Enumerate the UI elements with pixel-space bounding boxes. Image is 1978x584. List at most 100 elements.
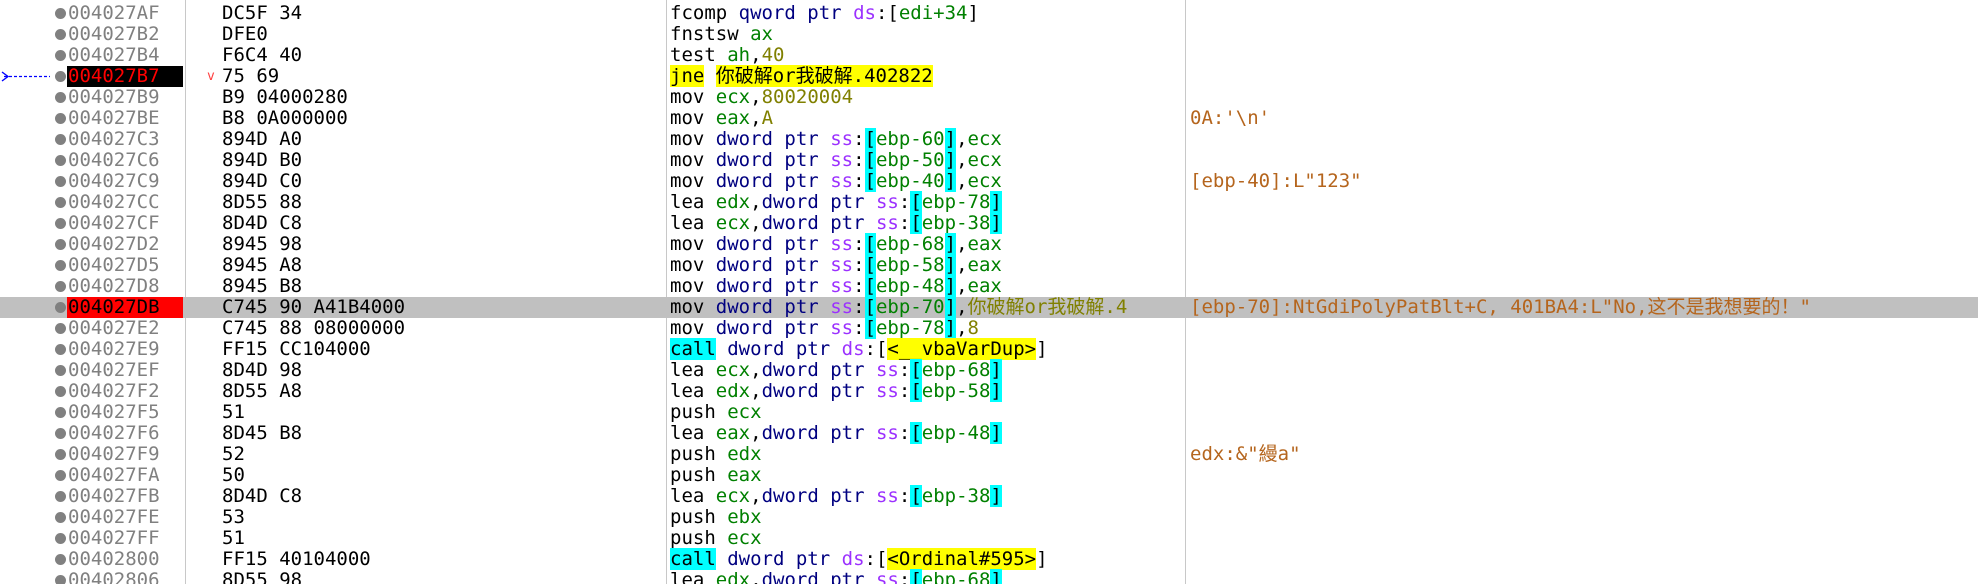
address-cell[interactable]: 004027B7 — [67, 66, 183, 87]
breakpoint-dot-icon[interactable] — [55, 50, 66, 61]
disasm-row[interactable]: 004027C3 894D A0 mov dword ptr ss:[ebp-60]… — [0, 128, 1978, 150]
disasm-row[interactable]: 004027D8 8945 B8 mov dword ptr ss:[ebp-48]… — [0, 275, 1978, 297]
address-cell[interactable]: 004027D2 — [67, 234, 183, 255]
address-cell[interactable]: 004027FA — [67, 465, 183, 486]
disasm-row[interactable]: 004027D5 8945 A8 mov dword ptr ss:[ebp-58]… — [0, 254, 1978, 276]
instruction[interactable]: mov dword ptr ss:[ebp-68],eax — [670, 233, 1002, 255]
breakpoint-dot-icon[interactable] — [55, 113, 66, 124]
instruction[interactable]: call dword ptr ds:[<Ordinal#595>] — [670, 548, 1048, 570]
breakpoint-dot-icon[interactable] — [55, 260, 66, 271]
instruction[interactable]: fcomp qword ptr ds:[edi+34] — [670, 3, 979, 24]
disasm-row[interactable]: 004027CF 8D4D C8 lea ecx,dword ptr ss:[ebp… — [0, 212, 1978, 234]
instruction[interactable]: test ah,40 — [670, 45, 784, 66]
disasm-row[interactable]: 004027FF 51 push ecx — [0, 528, 1978, 549]
breakpoint-dot-icon[interactable] — [55, 197, 66, 208]
instruction[interactable]: mov dword ptr ss:[ebp-50],ecx — [670, 149, 1002, 171]
breakpoint-dot-icon[interactable] — [55, 512, 66, 523]
address-cell[interactable]: 004027C3 — [67, 129, 183, 150]
breakpoint-dot-icon[interactable] — [55, 575, 66, 584]
instruction[interactable]: push eax — [670, 465, 762, 486]
address-cell[interactable]: 004027C6 — [67, 150, 183, 171]
breakpoint-dot-icon[interactable] — [55, 155, 66, 166]
disasm-row[interactable]: 004027DB C745 90 A41B4000 mov dword ptr ss… — [0, 296, 1978, 318]
address-cell[interactable]: 004027B4 — [67, 45, 183, 66]
breakpoint-dot-icon[interactable] — [55, 323, 66, 334]
breakpoint-dot-icon[interactable] — [55, 407, 66, 418]
instruction[interactable]: mov dword ptr ss:[ebp-60],ecx — [670, 128, 1002, 150]
breakpoint-dot-icon[interactable] — [55, 428, 66, 439]
instruction[interactable]: lea eax,dword ptr ss:[ebp-48] — [670, 422, 1002, 444]
breakpoint-dot-icon[interactable] — [55, 134, 66, 145]
breakpoint-dot-icon[interactable] — [55, 29, 66, 40]
breakpoint-dot-icon[interactable] — [55, 344, 66, 355]
breakpoint-dot-icon[interactable] — [55, 470, 66, 481]
address-cell[interactable]: 004027B9 — [67, 87, 183, 108]
disasm-row[interactable]: 004027F6 8D45 B8 lea eax,dword ptr ss:[ebp… — [0, 422, 1978, 444]
disasm-row[interactable]: 004027B9 B9 04000280 mov ecx,80020004 — [0, 87, 1978, 108]
instruction[interactable]: lea edx,dword ptr ss:[ebp-68] — [670, 569, 1002, 584]
disasm-row[interactable]: 004027F5 51 push ecx — [0, 402, 1978, 423]
disasm-row[interactable]: 004027B2 DFE0 fnstsw ax — [0, 24, 1978, 45]
address-cell[interactable]: 004027F2 — [67, 381, 183, 402]
instruction[interactable]: call dword ptr ds:[<__vbaVarDup>] — [670, 338, 1048, 360]
disasm-row[interactable]: 004027CC 8D55 88 lea edx,dword ptr ss:[ebp… — [0, 191, 1978, 213]
address-cell[interactable]: 004027F6 — [67, 423, 183, 444]
instruction[interactable]: lea edx,dword ptr ss:[ebp-78] — [670, 191, 1002, 213]
instruction[interactable]: fnstsw ax — [670, 24, 773, 45]
instruction[interactable]: jne 你破解or我破解.402822 — [670, 65, 933, 87]
disasm-row[interactable]: 004027E9 FF15 CC104000 call dword ptr ds:[… — [0, 338, 1978, 360]
instruction[interactable]: mov dword ptr ss:[ebp-48],eax — [670, 275, 1002, 297]
breakpoint-dot-icon[interactable] — [55, 302, 66, 313]
disasm-row[interactable]: 004027FA 50 push eax — [0, 465, 1978, 486]
instruction[interactable]: mov ecx,80020004 — [670, 87, 853, 108]
breakpoint-dot-icon[interactable] — [55, 218, 66, 229]
breakpoint-dot-icon[interactable] — [55, 281, 66, 292]
address-cell[interactable]: 004027F9 — [67, 444, 183, 465]
disasm-row[interactable]: 004027FB 8D4D C8 lea ecx,dword ptr ss:[ebp… — [0, 485, 1978, 507]
instruction[interactable]: lea ecx,dword ptr ss:[ebp-38] — [670, 485, 1002, 507]
breakpoint-dot-icon[interactable] — [55, 239, 66, 250]
disasm-row[interactable]: 004027E2 C745 88 08000000 mov dword ptr ss… — [0, 317, 1978, 339]
instruction[interactable]: mov dword ptr ss:[ebp-40],ecx — [670, 170, 1002, 192]
disasm-row[interactable]: 004027F9 52 push edx edx:&"縵a" — [0, 444, 1978, 465]
breakpoint-dot-icon[interactable] — [55, 533, 66, 544]
disassembly-view[interactable]: 004027AF DC5F 34 fcomp qword ptr ds:[edi+3… — [0, 0, 1978, 584]
disasm-row[interactable]: 004027D2 8945 98 mov dword ptr ss:[ebp-68]… — [0, 233, 1978, 255]
disasm-row[interactable]: 004027EF 8D4D 98 lea ecx,dword ptr ss:[ebp… — [0, 359, 1978, 381]
instruction[interactable]: lea edx,dword ptr ss:[ebp-58] — [670, 380, 1002, 402]
disasm-row[interactable]: 004027BE B8 0A000000 mov eax,A 0A:'\n' — [0, 108, 1978, 129]
address-cell[interactable]: 004027FF — [67, 528, 183, 549]
instruction[interactable]: push ebx — [670, 507, 762, 528]
instruction[interactable]: push ecx — [670, 528, 762, 549]
address-cell[interactable]: 004027D5 — [67, 255, 183, 276]
address-cell[interactable]: 004027B2 — [67, 24, 183, 45]
disasm-row[interactable]: 004027B7 v 75 69 jne 你破解or我破解.402822 — [0, 65, 1978, 87]
address-cell[interactable]: 004027CF — [67, 213, 183, 234]
breakpoint-dot-icon[interactable] — [55, 554, 66, 565]
instruction[interactable]: mov dword ptr ss:[ebp-78],8 — [670, 317, 979, 339]
disasm-row[interactable]: 004027C9 894D C0 mov dword ptr ss:[ebp-40]… — [0, 170, 1978, 192]
address-cell[interactable]: 004027E9 — [67, 339, 183, 360]
address-cell[interactable]: 004027DB — [67, 297, 183, 318]
address-cell[interactable]: 004027BE — [67, 108, 183, 129]
address-cell[interactable]: 004027EF — [67, 360, 183, 381]
comment[interactable]: [ebp-40]:L"123" — [1190, 171, 1362, 192]
breakpoint-dot-icon[interactable] — [55, 449, 66, 460]
breakpoint-dot-icon[interactable] — [55, 386, 66, 397]
disasm-row[interactable]: 004027F2 8D55 A8 lea edx,dword ptr ss:[ebp… — [0, 380, 1978, 402]
breakpoint-dot-icon[interactable] — [55, 8, 66, 19]
address-cell[interactable]: 00402800 — [67, 549, 183, 570]
instruction[interactable]: push ecx — [670, 402, 762, 423]
instruction[interactable]: lea ecx,dword ptr ss:[ebp-38] — [670, 212, 1002, 234]
disasm-row[interactable]: 004027B4 F6C4 40 test ah,40 — [0, 45, 1978, 66]
address-cell[interactable]: 00402806 — [67, 570, 183, 584]
instruction[interactable]: mov dword ptr ss:[ebp-70],你破解or我破解.4 — [670, 296, 1127, 318]
instruction[interactable]: mov dword ptr ss:[ebp-58],eax — [670, 254, 1002, 276]
comment[interactable]: 0A:'\n' — [1190, 108, 1270, 129]
address-cell[interactable]: 004027C9 — [67, 171, 183, 192]
breakpoint-dot-icon[interactable] — [55, 71, 66, 82]
disasm-row[interactable]: 00402806 8D55 98 lea edx,dword ptr ss:[ebp… — [0, 569, 1978, 584]
breakpoint-dot-icon[interactable] — [55, 491, 66, 502]
address-cell[interactable]: 004027CC — [67, 192, 183, 213]
instruction[interactable]: mov eax,A — [670, 108, 773, 129]
